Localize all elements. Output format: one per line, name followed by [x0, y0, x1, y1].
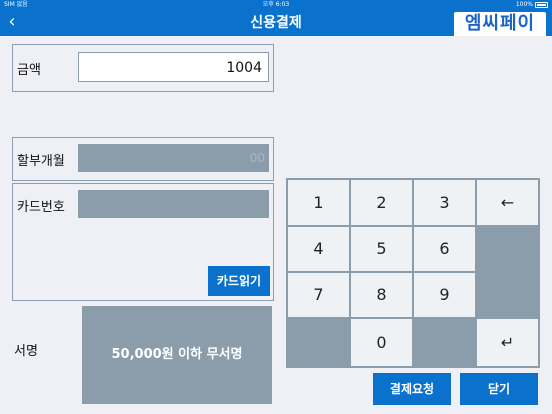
blank-key — [477, 227, 538, 271]
brand-logo: 엠씨페이 — [454, 12, 546, 36]
installment-field[interactable]: 00 — [78, 144, 269, 172]
installment-placeholder: 00 — [249, 151, 265, 165]
key-0[interactable]: 0 — [351, 319, 412, 366]
key-5[interactable]: 5 — [351, 227, 412, 271]
key-3[interactable]: 3 — [414, 180, 475, 225]
amount-label: 금액 — [17, 63, 41, 78]
key-8[interactable]: 8 — [351, 273, 412, 317]
battery-percent: 100% — [515, 1, 533, 8]
amount-input[interactable]: 1004 — [78, 52, 269, 82]
key-6[interactable]: 6 — [414, 227, 475, 271]
key-4[interactable]: 4 — [288, 227, 349, 271]
nav-bar: ‹ 신용결제 엠씨페이 — [0, 10, 552, 36]
signature-label: 서명 — [14, 344, 38, 359]
amount-panel: 금액 1004 — [12, 44, 274, 92]
amount-value: 1004 — [226, 60, 262, 76]
key-9[interactable]: 9 — [414, 273, 475, 317]
blank-key — [288, 319, 349, 366]
installment-label: 할부개월 — [17, 154, 65, 169]
read-card-button[interactable]: 카드읽기 — [208, 266, 270, 296]
signature-pad[interactable]: 50,000원 이하 무서명 — [82, 306, 272, 404]
enter-key[interactable]: ↵ — [477, 319, 538, 366]
card-number-field[interactable] — [78, 190, 269, 218]
blank-key — [477, 273, 538, 317]
card-number-panel: 카드번호 카드읽기 — [12, 183, 274, 301]
backspace-key[interactable]: ← — [477, 180, 538, 225]
close-button[interactable]: 닫기 — [460, 373, 538, 405]
battery-status: 100% — [516, 0, 548, 10]
clock-text: 오후 6:03 — [262, 1, 290, 8]
installment-panel: 할부개월 00 — [12, 137, 274, 181]
key-7[interactable]: 7 — [288, 273, 349, 317]
battery-icon — [535, 2, 548, 8]
card-number-label: 카드번호 — [17, 200, 65, 215]
request-payment-button[interactable]: 결제요청 — [373, 373, 451, 405]
key-1[interactable]: 1 — [288, 180, 349, 225]
numeric-keypad: 1 2 3 ← 4 5 6 7 8 9 0 ↵ — [286, 178, 540, 368]
key-2[interactable]: 2 — [351, 180, 412, 225]
blank-key — [414, 319, 475, 366]
status-bar: SIM 없음 오후 6:03 100% — [0, 0, 552, 10]
